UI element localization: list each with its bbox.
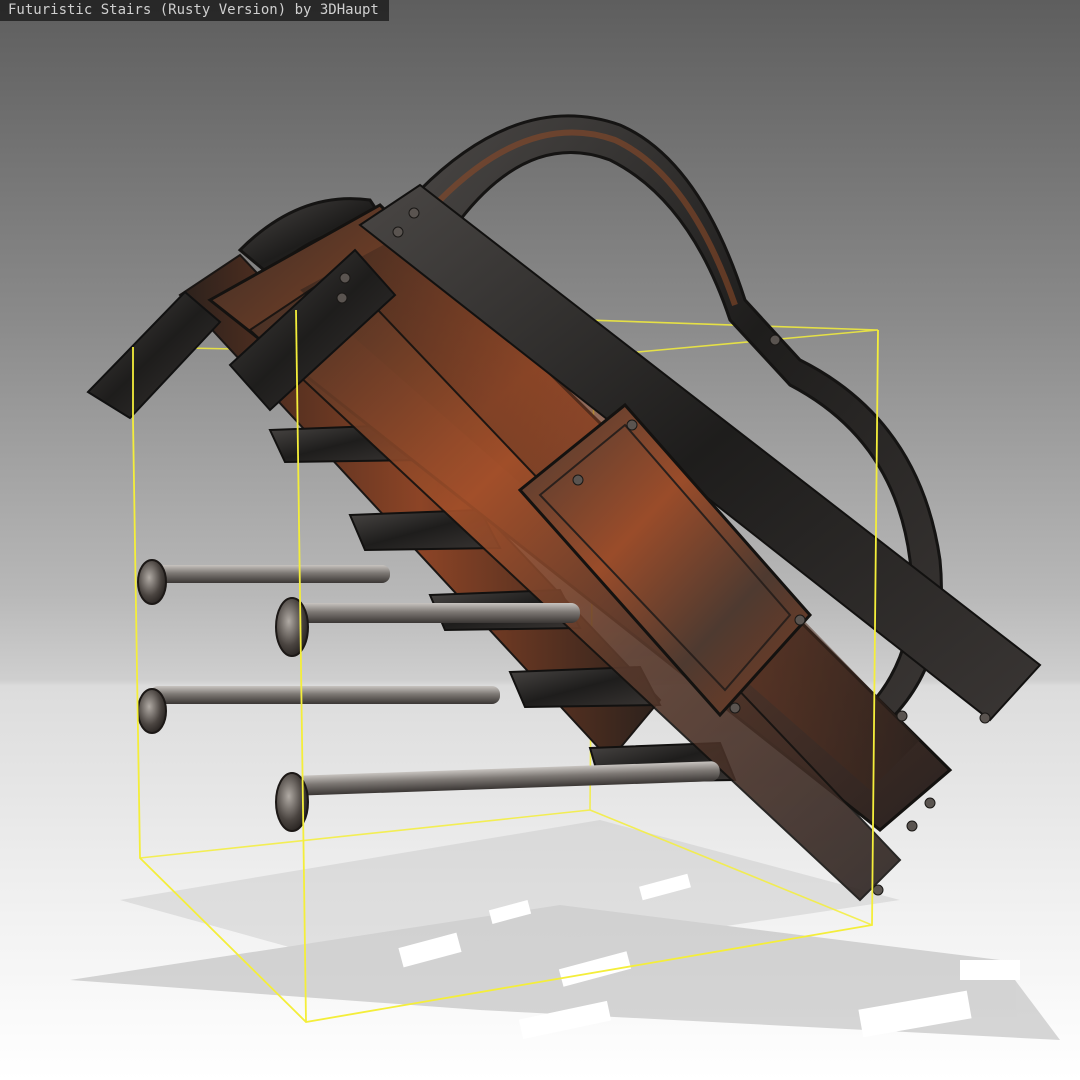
model-title: Futuristic Stairs (Rusty Version) by 3DH… bbox=[8, 2, 379, 18]
model-render bbox=[70, 114, 1060, 1040]
support-bar-3 bbox=[137, 686, 500, 734]
support-bar-1 bbox=[137, 559, 390, 605]
viewer-viewport[interactable]: Futuristic Stairs (Rusty Version) by 3DH… bbox=[0, 0, 1080, 1080]
viewer-title-bar: Futuristic Stairs (Rusty Version) by 3DH… bbox=[0, 0, 389, 21]
